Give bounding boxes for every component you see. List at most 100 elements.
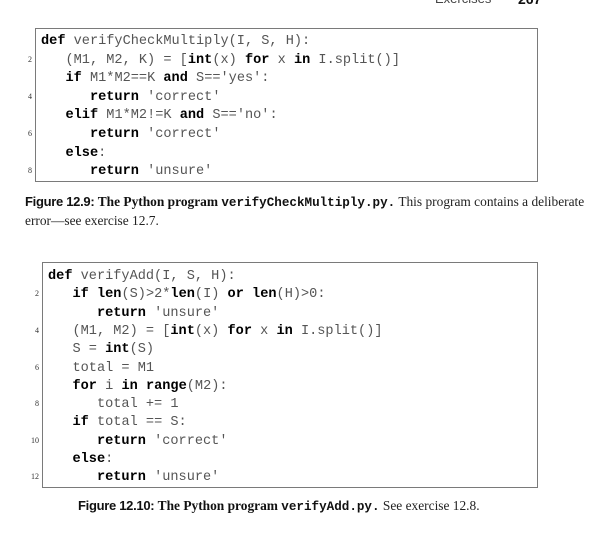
code-text: I.split()] xyxy=(292,323,383,339)
figure-filename: verifyCheckMultiply.py. xyxy=(221,196,396,210)
running-head-section: Exercises xyxy=(435,0,491,6)
code-line: return 'correct' xyxy=(41,89,221,107)
code-line: else: xyxy=(41,145,106,163)
code-text: S=='no': xyxy=(204,108,278,124)
code-keyword: in xyxy=(293,52,311,68)
page-number: 267 xyxy=(518,0,541,7)
code-line: return 'correct' xyxy=(41,126,221,144)
code-text: (S)>2* xyxy=(121,287,171,303)
code-listing-verify-check-multiply: def verifyCheckMultiply(I, S, H): (M1, M… xyxy=(35,28,538,182)
code-keyword: if xyxy=(72,415,89,431)
code-text: M1*M2!=K xyxy=(98,108,180,124)
code-text: x xyxy=(251,323,277,339)
code-line: return 'unsure' xyxy=(48,305,219,323)
code-line: return 'unsure' xyxy=(41,163,212,181)
code-keyword: for xyxy=(227,323,252,339)
code-text: 'unsure' xyxy=(145,470,220,486)
code-keyword: return xyxy=(89,127,139,142)
figure-title-text: The Python program xyxy=(97,194,219,209)
code-text: (M1, M2, K) = [ xyxy=(41,52,188,68)
line-number: 2 xyxy=(35,289,39,299)
code-line: def verifyCheckMultiply(I, S, H): xyxy=(41,33,310,51)
code-keyword: or xyxy=(227,287,244,303)
line-number: 6 xyxy=(35,362,39,372)
code-line: total = M1 xyxy=(48,360,154,378)
code-text: (x) xyxy=(194,323,228,339)
code-text: 'correct' xyxy=(138,89,221,105)
code-line: elif M1*M2!=K and S=='no': xyxy=(41,107,278,125)
line-number: 2 xyxy=(28,54,32,64)
code-keyword: int xyxy=(187,52,213,68)
code-keyword: return xyxy=(96,305,146,321)
code-keyword: len xyxy=(252,287,277,303)
code-text: (H)>0: xyxy=(276,287,326,303)
code-text: x xyxy=(269,52,294,68)
code-text: (I) xyxy=(194,287,228,303)
code-text: i xyxy=(96,378,122,394)
code-text: 'correct' xyxy=(138,127,221,142)
code-keyword: if xyxy=(72,287,89,303)
code-keyword: else xyxy=(72,452,106,467)
code-keyword: for xyxy=(72,378,97,394)
code-text: M1*M2==K xyxy=(81,71,164,87)
figure-filename: verifyAdd.py. xyxy=(281,500,380,514)
code-line: def verifyAdd(I, S, H): xyxy=(48,268,236,286)
code-text: 'unsure' xyxy=(145,305,220,321)
code-text: (M1, M2) = [ xyxy=(48,323,171,339)
code-keyword: int xyxy=(170,323,195,339)
code-line: return 'correct' xyxy=(48,433,228,451)
code-text: total == S: xyxy=(88,415,187,431)
figure-title-text: The Python program xyxy=(157,498,278,513)
code-keyword: return xyxy=(96,433,146,449)
code-keyword: int xyxy=(105,342,130,358)
line-number: 8 xyxy=(28,166,32,176)
line-number: 6 xyxy=(28,129,32,138)
code-text: 'correct' xyxy=(145,433,228,449)
code-keyword: return xyxy=(89,89,139,105)
line-number: 4 xyxy=(28,91,32,101)
code-listing-verify-add: def verifyAdd(I, S, H): if len(S)>2*len(… xyxy=(42,262,538,488)
line-number: 4 xyxy=(35,325,39,335)
figure-caption-12-9: Figure 12.9: The Python program verifyCh… xyxy=(25,193,585,229)
running-head: Exercises 267 xyxy=(0,0,602,7)
figure-caption-12-10: Figure 12.10: The Python program verifyA… xyxy=(78,497,578,516)
code-text: (S) xyxy=(129,342,155,358)
code-text: verifyCheckMultiply(I, S, H): xyxy=(65,34,311,49)
code-line: for i in range(M2): xyxy=(48,378,228,396)
code-text: total += 1 xyxy=(48,397,179,413)
code-text: (M2): xyxy=(186,378,228,394)
code-line: (M1, M2, K) = [int(x) for x in I.split()… xyxy=(41,52,400,70)
code-line: if total == S: xyxy=(48,414,187,432)
code-keyword: in xyxy=(276,323,293,339)
code-text: (x) xyxy=(212,52,245,68)
code-keyword: and xyxy=(179,108,205,124)
code-keyword: len xyxy=(170,287,195,303)
code-line: return 'unsure' xyxy=(48,469,219,487)
line-number: 8 xyxy=(35,399,39,409)
code-text: total = M1 xyxy=(48,360,155,376)
code-line: S = int(S) xyxy=(48,341,154,359)
code-keyword: for xyxy=(244,52,270,68)
code-keyword: def xyxy=(48,269,73,284)
code-keyword: len xyxy=(96,287,122,303)
code-text: : xyxy=(105,452,114,467)
code-keyword: elif xyxy=(65,108,99,124)
figure-description: See exercise 12.8. xyxy=(382,498,480,513)
code-keyword: in xyxy=(121,378,138,394)
code-line: total += 1 xyxy=(48,396,179,414)
code-keyword: def xyxy=(41,34,66,49)
code-text: S = xyxy=(48,342,106,358)
code-line: (M1, M2) = [int(x) for x in I.split()] xyxy=(48,323,383,341)
code-keyword: range xyxy=(145,378,187,394)
